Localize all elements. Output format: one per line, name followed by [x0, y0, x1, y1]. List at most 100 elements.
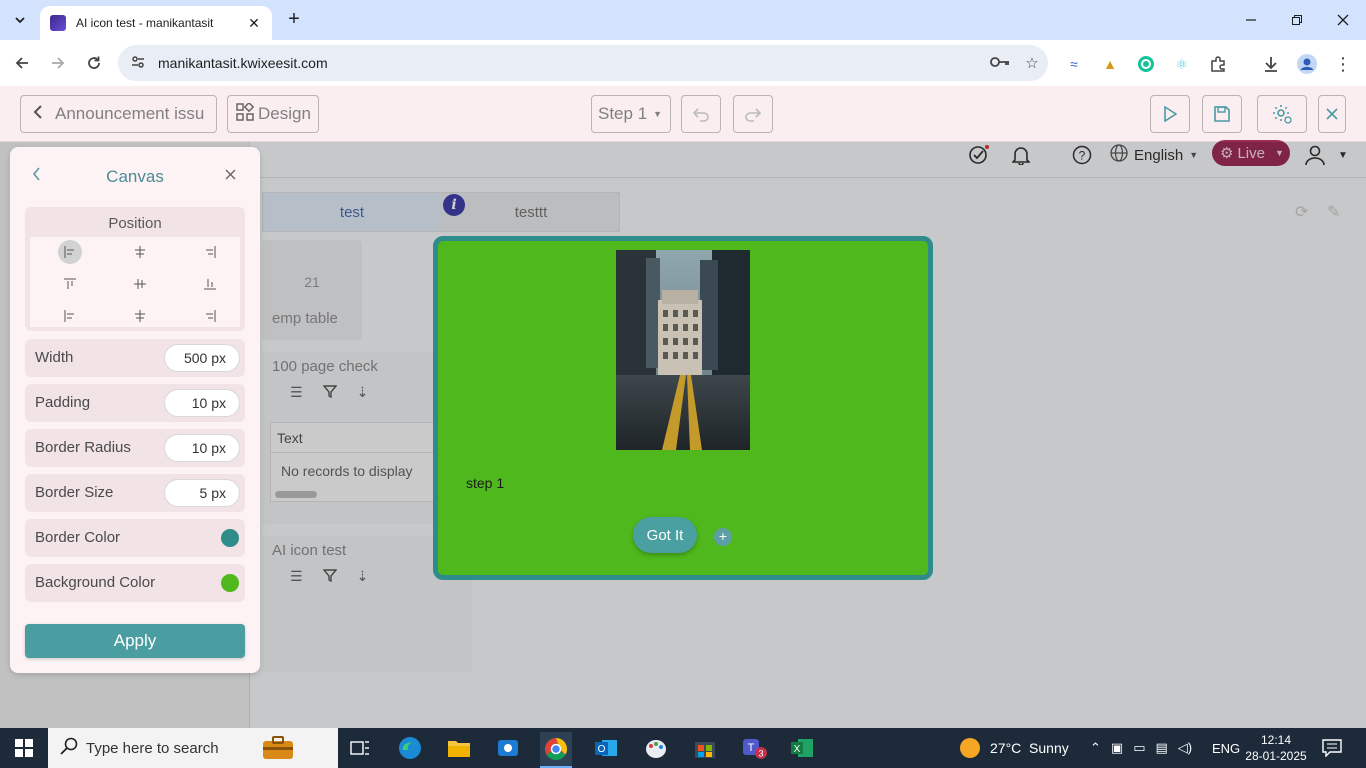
browser-tab-active[interactable]: AI icon test - manikantasit ✕	[40, 6, 272, 40]
design-label: Design	[258, 104, 311, 123]
volume-icon[interactable]: ◁)	[1178, 740, 1192, 756]
edge-browser-icon[interactable]	[394, 732, 426, 764]
weather-text: 27°C Sunny	[990, 740, 1069, 756]
meet-now-icon[interactable]: ▣	[1111, 740, 1123, 756]
back-arrow-icon[interactable]	[8, 49, 36, 77]
weather-widget[interactable]: 27°C Sunny	[960, 728, 1069, 768]
align-bottom-left-icon[interactable]	[58, 304, 82, 328]
announcement-back-button[interactable]: Announcement issu	[20, 95, 217, 133]
add-element-button[interactable]: +	[714, 528, 732, 546]
save-button[interactable]	[1202, 95, 1242, 133]
input-language[interactable]: ENG	[1212, 728, 1240, 768]
close-editor-button[interactable]	[1318, 95, 1346, 133]
password-key-icon[interactable]	[984, 55, 1016, 72]
align-middle-right-icon[interactable]	[198, 272, 222, 296]
outlook-new-icon[interactable]	[492, 732, 524, 764]
padding-input[interactable]: 10 px	[164, 389, 240, 417]
got-it-button[interactable]: Got It	[633, 517, 697, 553]
editor-toolbar: Announcement issu Design Step 1 ▼	[0, 86, 1366, 142]
chevron-left-icon	[33, 104, 43, 124]
close-icon	[1326, 108, 1338, 120]
align-bottom-right-icon[interactable]	[198, 304, 222, 328]
browser-menu-icon[interactable]: ⋮	[1332, 53, 1354, 75]
bookmark-star-icon[interactable]: ☆	[1016, 54, 1048, 72]
design-button[interactable]: Design	[227, 95, 319, 133]
step-text[interactable]: step 1	[466, 475, 504, 491]
step-select[interactable]: Step 1 ▼	[591, 95, 671, 133]
window-close-icon[interactable]	[1320, 0, 1366, 40]
tab-close-icon[interactable]: ✕	[246, 15, 262, 32]
network-icon[interactable]: ▤	[1156, 740, 1168, 756]
align-middle-center-icon[interactable]	[128, 272, 152, 296]
system-tray-icons: ⌃ ▣ ▭ ▤ ◁)	[1090, 728, 1192, 768]
position-grid	[30, 237, 240, 327]
windows-taskbar: Type here to search O T3 X 27°C Sunny ⌃ …	[0, 728, 1366, 768]
background-color-swatch[interactable]	[221, 574, 239, 592]
forward-arrow-icon[interactable]	[44, 49, 72, 77]
minimize-icon[interactable]	[1228, 0, 1274, 40]
extension-grammarly-icon[interactable]	[1135, 53, 1157, 75]
save-icon	[1214, 106, 1230, 122]
taskbar-search-input[interactable]: Type here to search	[48, 728, 338, 768]
design-grid-icon	[236, 101, 255, 126]
border-color-label: Border Color	[35, 529, 121, 546]
new-tab-button[interactable]: +	[282, 8, 306, 32]
excel-icon[interactable]: X	[786, 732, 818, 764]
border-size-label: Border Size	[35, 484, 114, 501]
apply-button[interactable]: Apply	[25, 624, 245, 658]
svg-text:X: X	[794, 744, 801, 755]
paint-icon[interactable]	[640, 732, 672, 764]
notification-center-icon[interactable]	[1322, 728, 1342, 768]
sun-icon	[960, 738, 980, 758]
url-text: manikantasit.kwixeesit.com	[158, 55, 328, 71]
profile-avatar-icon[interactable]	[1296, 53, 1318, 75]
microsoft-store-icon[interactable]	[689, 732, 721, 764]
extension-triangle-icon[interactable]: ▲	[1099, 53, 1121, 75]
extension-react-icon[interactable]: ⚛	[1171, 53, 1193, 75]
extension-kwixee-icon[interactable]: ≈	[1063, 53, 1085, 75]
reload-icon[interactable]	[80, 49, 108, 77]
chevron-up-icon[interactable]: ⌃	[1090, 740, 1101, 756]
site-favicon-icon	[50, 15, 66, 31]
announcement-canvas[interactable]: step 1 Got It +	[433, 236, 933, 580]
tab-search-chevron-icon[interactable]	[8, 8, 32, 32]
align-middle-left-icon[interactable]	[58, 272, 82, 296]
border-radius-label: Border Radius	[35, 439, 131, 456]
align-top-center-icon[interactable]	[128, 240, 152, 264]
outlook-icon[interactable]: O	[590, 732, 622, 764]
announcement-name: Announcement issu	[55, 104, 205, 123]
settings-button[interactable]	[1257, 95, 1307, 133]
width-row: Width 500 px	[25, 339, 245, 377]
battery-icon[interactable]: ▭	[1133, 740, 1145, 756]
teams-icon[interactable]: T3	[738, 732, 770, 764]
align-top-right-icon[interactable]	[198, 240, 222, 264]
address-bar[interactable]: manikantasit.kwixeesit.com ☆	[118, 45, 1048, 81]
preview-play-button[interactable]	[1150, 95, 1190, 133]
chrome-taskbar-icon[interactable]	[540, 732, 572, 768]
task-view-icon[interactable]	[344, 732, 376, 764]
redo-button[interactable]	[733, 95, 773, 133]
border-color-swatch[interactable]	[221, 529, 239, 547]
position-section: Position	[25, 207, 245, 331]
briefcase-icon	[262, 736, 294, 765]
border-size-row: Border Size 5 px	[25, 474, 245, 512]
windows-start-icon[interactable]	[0, 728, 48, 768]
site-settings-icon[interactable]	[130, 54, 150, 73]
border-radius-input[interactable]: 10 px	[164, 434, 240, 462]
extensions-puzzle-icon[interactable]	[1207, 53, 1229, 75]
downloads-icon[interactable]	[1260, 53, 1282, 75]
browser-tabstrip: AI icon test - manikantasit ✕ +	[0, 0, 1366, 40]
file-explorer-icon[interactable]	[443, 732, 475, 764]
undo-button[interactable]	[681, 95, 721, 133]
step-select-value: Step 1	[598, 104, 648, 123]
tab-title: AI icon test - manikantasit	[76, 16, 214, 30]
undo-icon	[692, 108, 709, 122]
restore-icon[interactable]	[1274, 0, 1320, 40]
svg-text:T: T	[748, 742, 755, 754]
close-icon[interactable]	[225, 167, 236, 184]
align-top-left-icon[interactable]	[58, 240, 82, 264]
align-bottom-center-icon[interactable]	[128, 304, 152, 328]
border-size-input[interactable]: 5 px	[164, 479, 240, 507]
width-input[interactable]: 500 px	[164, 344, 240, 372]
clock[interactable]: 12:14 28-01-2025	[1244, 728, 1308, 768]
